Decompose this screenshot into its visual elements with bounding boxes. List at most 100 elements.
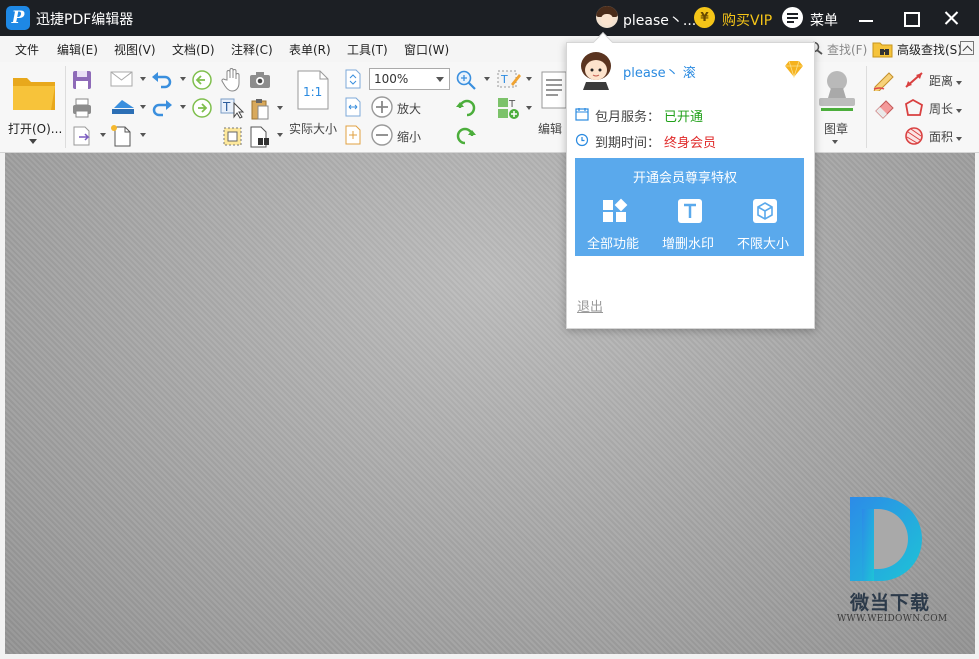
stamp-label[interactable]: 图章: [824, 120, 848, 137]
zoom-select[interactable]: 100%: [369, 68, 450, 90]
zoom-in-icon[interactable]: [370, 95, 394, 119]
previous-view-icon[interactable]: [191, 69, 213, 91]
rotate-left-icon[interactable]: [454, 97, 478, 119]
advanced-find-icon[interactable]: [872, 40, 894, 58]
collapse-ribbon-icon[interactable]: [960, 41, 974, 55]
edit-content-icon[interactable]: [540, 70, 568, 110]
menu-window[interactable]: 窗口(W): [404, 41, 449, 58]
undo-icon[interactable]: [150, 69, 174, 89]
menu-tools[interactable]: 工具(T): [347, 41, 388, 58]
menu-view[interactable]: 视图(V): [114, 41, 156, 58]
expire-time-label: 到期时间：: [595, 136, 661, 151]
popup-avatar: [581, 52, 611, 90]
magnifier-icon[interactable]: [455, 69, 479, 91]
hand-tool-icon[interactable]: [221, 68, 243, 92]
document-workspace[interactable]: [5, 153, 975, 654]
select-text-icon[interactable]: T: [220, 97, 246, 119]
add-image-text-icon[interactable]: T: [496, 96, 522, 120]
fit-visible-icon[interactable]: [344, 125, 362, 145]
distance-dropdown-icon[interactable]: [956, 81, 962, 85]
open-dropdown-icon[interactable]: [29, 139, 37, 144]
zoom-out-label[interactable]: 缩小: [397, 128, 421, 145]
unlimited-size-icon: [753, 199, 777, 223]
fit-page-icon[interactable]: [344, 69, 362, 89]
find-dropdown-icon[interactable]: [277, 133, 283, 137]
undo-dropdown-icon[interactable]: [180, 77, 186, 81]
expire-time-value: 终身会员: [664, 136, 717, 151]
area-label[interactable]: 面积: [929, 128, 953, 145]
maximize-button[interactable]: [897, 5, 923, 31]
add-image-dropdown-icon[interactable]: [526, 106, 532, 110]
email-icon[interactable]: [110, 70, 134, 88]
stamp-dropdown-icon[interactable]: [832, 140, 838, 144]
window-frame: [0, 654, 979, 659]
perimeter-icon[interactable]: [903, 98, 925, 118]
feature-watermark: 增删水印: [662, 237, 715, 252]
close-button[interactable]: [939, 5, 965, 31]
next-view-icon[interactable]: [191, 97, 213, 119]
distance-icon[interactable]: [903, 70, 925, 90]
redo-dropdown-icon[interactable]: [180, 105, 186, 109]
new-document-dropdown-icon[interactable]: [140, 133, 146, 137]
actual-size-icon[interactable]: 1:1: [296, 69, 330, 111]
menu-file[interactable]: 文件: [15, 41, 39, 58]
app-title: 迅捷PDF编辑器: [36, 12, 134, 28]
menu-form[interactable]: 表单(R): [289, 41, 331, 58]
eraser-icon[interactable]: [872, 97, 896, 119]
monthly-service-status: 已开通: [664, 110, 704, 125]
distance-label[interactable]: 距离: [929, 72, 953, 89]
open-button[interactable]: 打开(O)...: [8, 120, 62, 137]
edit-label[interactable]: 编辑: [538, 120, 562, 137]
menu-icon[interactable]: [782, 7, 803, 28]
perimeter-label[interactable]: 周长: [929, 100, 953, 117]
scan-dropdown-icon[interactable]: [140, 105, 146, 109]
paste-dropdown-icon[interactable]: [277, 106, 283, 110]
rotate-right-icon[interactable]: [454, 125, 478, 147]
zoom-in-label[interactable]: 放大: [397, 100, 421, 117]
vip-coin-icon[interactable]: ¥: [694, 7, 715, 28]
scan-icon[interactable]: [110, 98, 136, 118]
menu-button[interactable]: 菜单: [810, 10, 838, 30]
paste-icon[interactable]: [250, 97, 270, 121]
print-icon[interactable]: [71, 97, 93, 119]
app-logo: P: [6, 6, 30, 30]
feature-unlimited-size: 不限大小: [737, 237, 790, 252]
marquee-zoom-icon[interactable]: [221, 125, 245, 149]
find-button[interactable]: 查找(F): [827, 41, 867, 58]
perimeter-dropdown-icon[interactable]: [956, 109, 962, 113]
menu-edit[interactable]: 编辑(E): [57, 41, 98, 58]
find-in-document-icon[interactable]: [248, 125, 272, 149]
user-avatar[interactable]: [596, 6, 618, 28]
zoom-value: 100%: [374, 72, 409, 86]
open-folder-icon[interactable]: [11, 72, 57, 112]
advanced-find-button[interactable]: 高级查找(S): [897, 41, 962, 58]
window-frame: [975, 153, 979, 659]
save-icon[interactable]: [71, 69, 93, 91]
magnifier-dropdown-icon[interactable]: [484, 77, 490, 81]
pencil-icon[interactable]: [872, 69, 896, 91]
redo-icon[interactable]: [150, 97, 174, 117]
area-dropdown-icon[interactable]: [956, 137, 962, 141]
add-text-dropdown-icon[interactable]: [526, 77, 532, 81]
actual-size-label[interactable]: 实际大小: [289, 120, 337, 137]
svg-text:T: T: [508, 99, 516, 110]
email-dropdown-icon[interactable]: [140, 77, 146, 81]
export-dropdown-icon[interactable]: [100, 133, 106, 137]
menu-document[interactable]: 文档(D): [172, 41, 215, 58]
clock-icon: [575, 133, 589, 147]
snapshot-icon[interactable]: [248, 70, 272, 90]
minimize-button[interactable]: [853, 5, 879, 31]
add-text-icon[interactable]: T: [496, 68, 522, 90]
fit-width-icon[interactable]: [344, 97, 362, 117]
export-icon[interactable]: [71, 125, 93, 147]
watermark-logo: [850, 497, 922, 581]
menu-annotation[interactable]: 注释(C): [231, 41, 273, 58]
buy-vip-button[interactable]: 购买VIP: [722, 10, 772, 30]
titlebar-username[interactable]: please丶...: [623, 10, 696, 30]
stamp-icon[interactable]: [815, 68, 859, 114]
zoom-out-icon[interactable]: [370, 123, 394, 147]
new-document-icon[interactable]: [110, 124, 134, 148]
logout-link[interactable]: 退出: [577, 296, 603, 315]
area-icon[interactable]: [903, 126, 925, 146]
watermark-name: 微当下载: [850, 592, 931, 614]
